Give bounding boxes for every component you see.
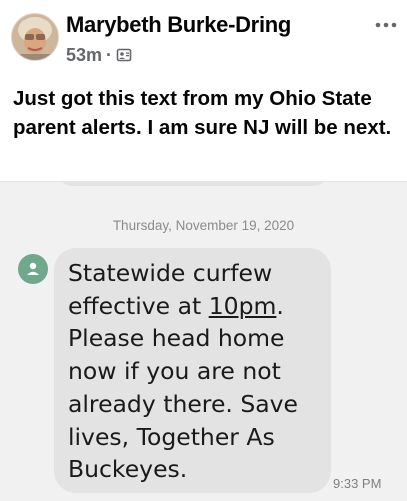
post-header: Marybeth Burke-Dring 53m ·	[0, 0, 407, 80]
author-photo	[12, 14, 58, 60]
post-time[interactable]: 53m	[66, 45, 102, 65]
more-options-icon[interactable]	[375, 16, 397, 34]
post-meta: 53m ·	[66, 45, 132, 68]
message-timestamp: 9:33 PM	[333, 476, 382, 491]
meta-separator: ·	[106, 45, 113, 65]
previous-message-bubble	[58, 182, 328, 186]
author-avatar[interactable]	[11, 13, 59, 61]
message-text: Statewide curfew effective at 10pm. Plea…	[68, 257, 323, 486]
sms-screenshot: Thursday, November 19, 2020 Statewide cu…	[0, 181, 407, 501]
message-time-link[interactable]: 10pm	[209, 292, 277, 320]
friends-audience-icon[interactable]	[116, 47, 132, 68]
person-icon	[18, 254, 48, 284]
post-text: Just got this text from my Ohio State pa…	[13, 87, 392, 139]
message-date: Thursday, November 19, 2020	[112, 218, 295, 233]
author-name[interactable]: Marybeth Burke-Dring	[66, 12, 291, 38]
message-text-end: . Please head home now if you are not al…	[68, 291, 299, 484]
